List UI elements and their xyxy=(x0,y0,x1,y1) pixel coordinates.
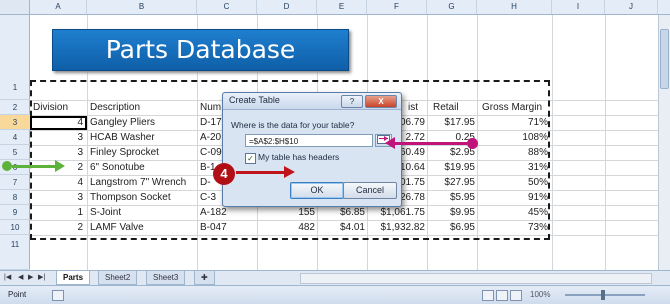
tab-sheet3[interactable]: Sheet3 xyxy=(146,271,186,285)
first-sheet-nav-icon[interactable]: |◀ xyxy=(4,273,11,281)
range-input[interactable]: =$A$2:$H$10 xyxy=(245,134,373,147)
column-header-h[interactable]: H xyxy=(477,0,552,14)
cancel-button[interactable]: Cancel xyxy=(343,182,397,199)
status-bar: Point 100% xyxy=(0,285,670,304)
row-header-5[interactable]: 5 xyxy=(0,145,30,160)
column-header-e[interactable]: E xyxy=(317,0,367,14)
help-button[interactable]: ? xyxy=(341,95,363,108)
column-header-d[interactable]: D xyxy=(257,0,317,14)
column-header-bar: A B C D E F G H I J xyxy=(0,0,670,15)
zoom-level[interactable]: 100% xyxy=(530,290,550,299)
create-table-dialog: Create Table ? X Where is the data for y… xyxy=(222,92,402,207)
column-header-b[interactable]: B xyxy=(87,0,197,14)
row-header-11[interactable]: 11 xyxy=(0,235,30,270)
magenta-arrow-icon xyxy=(393,142,467,145)
zoom-slider-thumb[interactable] xyxy=(601,290,605,300)
magenta-callout-dot-icon xyxy=(467,138,478,149)
row-header-9[interactable]: 9 xyxy=(0,205,30,220)
ok-button[interactable]: OK xyxy=(290,182,344,199)
insert-sheet-icon[interactable]: ✚ xyxy=(194,271,215,285)
status-mode: Point xyxy=(8,290,27,299)
step-arrow-head-icon xyxy=(284,166,295,178)
row-header-7[interactable]: 7 xyxy=(0,175,30,190)
close-button[interactable]: X xyxy=(365,95,397,108)
row-header-3[interactable]: 3 xyxy=(0,115,30,130)
horizontal-scrollbar[interactable] xyxy=(300,273,652,284)
gridline xyxy=(552,15,553,270)
green-arrow-head-icon xyxy=(55,160,65,172)
magenta-arrow-head-icon xyxy=(385,137,395,149)
vertical-scrollbar[interactable] xyxy=(658,15,670,270)
page-layout-view-icon[interactable] xyxy=(496,290,508,301)
next-sheet-nav-icon[interactable]: ▶ xyxy=(28,273,33,281)
macro-record-icon[interactable] xyxy=(52,290,64,301)
headers-checkbox-label[interactable]: My table has headers xyxy=(258,152,339,162)
column-header-f[interactable]: F xyxy=(367,0,427,14)
step-number-badge: 4 xyxy=(213,163,235,185)
range-prompt: Where is the data for your table? xyxy=(231,120,355,130)
dialog-title-bar[interactable]: Create Table ? X xyxy=(223,93,401,110)
column-header-c[interactable]: C xyxy=(197,0,257,14)
gridline xyxy=(605,15,606,270)
green-arrow-icon xyxy=(12,165,56,168)
row-header-4[interactable]: 4 xyxy=(0,130,30,145)
normal-view-icon[interactable] xyxy=(482,290,494,301)
title-banner[interactable]: Parts Database xyxy=(52,29,349,71)
prev-sheet-nav-icon[interactable]: ◀ xyxy=(18,273,23,281)
row-header-bar: 1 2 3 4 5 6 7 8 9 10 11 xyxy=(0,15,30,270)
tab-parts[interactable]: Parts xyxy=(56,271,91,285)
page-break-view-icon[interactable] xyxy=(510,290,522,301)
green-callout-dot-icon xyxy=(2,161,12,171)
dialog-title: Create Table xyxy=(229,95,280,105)
column-header-g[interactable]: G xyxy=(427,0,477,14)
title-banner-text: Parts Database xyxy=(105,35,296,64)
column-header-a[interactable]: A xyxy=(30,0,87,14)
tab-sheet2[interactable]: Sheet2 xyxy=(98,271,138,285)
row-header-8[interactable]: 8 xyxy=(0,190,30,205)
vertical-scroll-thumb[interactable] xyxy=(660,29,669,89)
active-cell[interactable] xyxy=(30,116,87,130)
row-header-1[interactable]: 1 xyxy=(0,15,30,100)
column-header-i[interactable]: I xyxy=(552,0,605,14)
select-all-corner[interactable] xyxy=(0,0,30,14)
step-arrow-icon xyxy=(236,171,288,174)
zoom-slider[interactable] xyxy=(565,294,645,296)
column-header-j[interactable]: J xyxy=(605,0,658,14)
headers-checkbox[interactable]: ✓ xyxy=(245,153,256,164)
row-header-10[interactable]: 10 xyxy=(0,220,30,235)
last-sheet-nav-icon[interactable]: ▶| xyxy=(38,273,45,281)
row-header-2[interactable]: 2 xyxy=(0,100,30,115)
